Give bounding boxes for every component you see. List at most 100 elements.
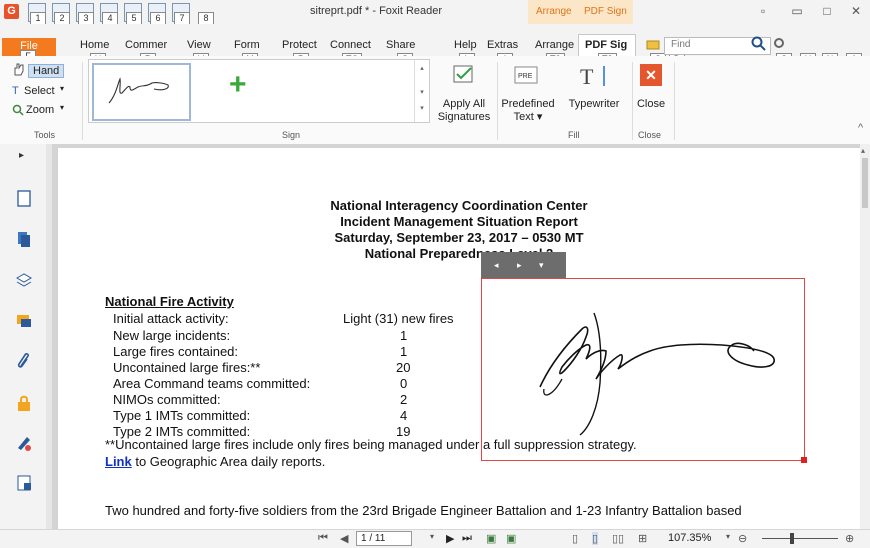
typewriter-button[interactable]: Typewriter	[563, 98, 625, 111]
signature-panel-icon[interactable]	[16, 434, 32, 452]
gallery-scroll[interactable]: ▴ ▾ ▾	[414, 60, 429, 122]
security-lock-icon[interactable]	[16, 394, 32, 412]
collapse-ribbon-icon[interactable]: ^	[858, 122, 863, 134]
add-signature-icon[interactable]: +	[229, 70, 247, 100]
expand-panel-icon[interactable]: ▸	[19, 150, 24, 161]
select-tool-button[interactable]: Select	[24, 85, 55, 97]
single-page-icon[interactable]: ▯	[572, 532, 578, 545]
facing-page-icon[interactable]: ▯▯	[612, 532, 624, 545]
move-right-icon[interactable]: ▸	[517, 260, 522, 271]
heading-line: National Preparedness Level 2	[364, 246, 554, 261]
hand-tool-button[interactable]: Hand	[28, 64, 65, 78]
apply-all-line-1: Apply All	[442, 98, 486, 110]
find-placeholder: Find	[671, 39, 691, 50]
stack-icon[interactable]	[16, 272, 32, 290]
ribbon-options-icon[interactable]: ▫	[754, 4, 772, 18]
stat-label: Area Command teams committed:	[113, 376, 311, 391]
stat-value: 2	[400, 392, 408, 407]
close-window-icon[interactable]: ✕	[847, 4, 865, 18]
svg-text:T: T	[12, 85, 19, 96]
zoom-tool-button[interactable]: Zoom	[26, 104, 54, 116]
pages-icon[interactable]	[16, 190, 32, 208]
move-left-icon[interactable]: ◂	[494, 260, 499, 271]
settings-gear-icon[interactable]	[772, 36, 786, 50]
zoom-icon	[12, 104, 24, 116]
predefined-text-icon[interactable]: PRE	[514, 64, 538, 88]
tab-help[interactable]: Help	[454, 39, 477, 51]
close-pdf-sign-button[interactable]: Close	[633, 98, 669, 111]
placed-signature[interactable]	[481, 278, 807, 463]
tab-view[interactable]: View	[187, 39, 211, 51]
tab-connect[interactable]: Connect	[330, 39, 371, 51]
tab-protect[interactable]: Protect	[282, 39, 317, 51]
section-title: National Fire Activity	[105, 294, 234, 309]
first-page-icon[interactable]: ⏮	[318, 532, 328, 545]
scroll-thumb[interactable]	[862, 158, 868, 208]
stat-value: 4	[400, 408, 408, 423]
close-pdf-sign-icon[interactable]: ✕	[640, 64, 662, 86]
layers-icon[interactable]	[16, 230, 32, 248]
signature-toolbar[interactable]: ◂ ▸ ▾	[481, 252, 566, 278]
context-tab-group: Arrange PDF Sign	[528, 0, 633, 24]
minimize-icon[interactable]: ▭	[788, 4, 806, 18]
document-title: sitreprt.pdf * - Foxit Reader	[310, 5, 443, 17]
resize-handle[interactable]	[801, 457, 807, 463]
stat-label: NIMOs committed:	[113, 392, 221, 407]
tab-home[interactable]: Home	[80, 39, 109, 51]
stat-label: New large incidents:	[113, 328, 231, 343]
document-viewport[interactable]: National Interagency Coordination Center…	[52, 144, 860, 529]
tab-extras[interactable]: Extras	[487, 39, 518, 51]
zoom-level-dropdown-icon[interactable]: ▾	[726, 532, 730, 541]
stat-value: 0	[400, 376, 408, 391]
tab-form[interactable]: Form	[234, 39, 260, 51]
page-dropdown-icon[interactable]: ▾	[430, 532, 434, 541]
attachment-icon[interactable]	[16, 352, 32, 370]
next-view-icon[interactable]: ▣	[506, 532, 516, 545]
content-icon[interactable]	[16, 474, 32, 492]
stat-value: 1	[400, 344, 408, 359]
folder-search-icon[interactable]	[646, 37, 660, 51]
signature-options-icon[interactable]: ▾	[539, 260, 544, 271]
zoom-dropdown-icon[interactable]: ▾	[60, 103, 64, 112]
zoom-slider-thumb[interactable]	[790, 533, 794, 544]
sign-group-label: Sign	[282, 130, 301, 140]
signature-gallery[interactable]: + ▴ ▾ ▾	[88, 59, 430, 123]
zoom-slider-track[interactable]	[762, 538, 838, 539]
comments-icon[interactable]	[16, 312, 32, 330]
link-line: Link to Geographic Area daily reports.	[105, 454, 325, 469]
tab-pdf-sign[interactable]: PDF Sig	[585, 39, 627, 51]
apply-all-signatures-icon[interactable]	[451, 64, 477, 90]
page-number-input[interactable]: 1 / 11	[356, 531, 412, 546]
predefined-line-1: Predefined	[501, 98, 555, 110]
geographic-area-link[interactable]: Link	[105, 454, 132, 469]
last-page-icon[interactable]: ⏭	[462, 532, 472, 545]
typewriter-icon[interactable]: T	[578, 62, 612, 90]
ribbon-tab-bar: File F Home Commer View Form Protect Con…	[0, 24, 870, 66]
maximize-icon[interactable]: □	[818, 4, 836, 18]
continuous-facing-icon[interactable]: ⊞	[638, 532, 647, 545]
apply-all-signatures-button[interactable]: Apply All Signatures	[436, 98, 492, 124]
next-page-icon[interactable]: ▶	[446, 532, 454, 545]
close-group-label: Close	[638, 130, 662, 140]
scroll-up-icon[interactable]: ▴	[861, 146, 865, 155]
previous-view-icon[interactable]: ▣	[486, 532, 496, 545]
search-icon[interactable]	[751, 36, 767, 52]
tab-comment[interactable]: Commer	[125, 39, 167, 51]
tab-share[interactable]: Share	[386, 39, 415, 51]
vertical-scrollbar[interactable]: ▴	[860, 144, 870, 529]
link-suffix: to Geographic Area daily reports.	[131, 454, 326, 469]
select-dropdown-icon[interactable]: ▾	[60, 84, 64, 93]
predefined-text-button[interactable]: Predefined Text ▾	[500, 98, 556, 124]
app-logo-icon[interactable]: G	[4, 4, 19, 19]
fill-group-label: Fill	[568, 130, 580, 140]
stat-label: Uncontained large fires:**	[113, 360, 261, 375]
svg-text:T: T	[580, 64, 594, 89]
svg-text:PRE: PRE	[518, 73, 533, 80]
continuous-page-icon[interactable]: ▯	[592, 532, 599, 545]
tab-arrange[interactable]: Arrange	[535, 39, 574, 51]
zoom-level[interactable]: 107.35%	[668, 532, 711, 544]
signature-thumbnail[interactable]	[92, 63, 191, 121]
zoom-out-icon[interactable]: ⊖	[738, 532, 747, 545]
zoom-in-icon[interactable]: ⊕	[845, 532, 854, 545]
previous-page-icon[interactable]: ◀	[340, 532, 348, 545]
